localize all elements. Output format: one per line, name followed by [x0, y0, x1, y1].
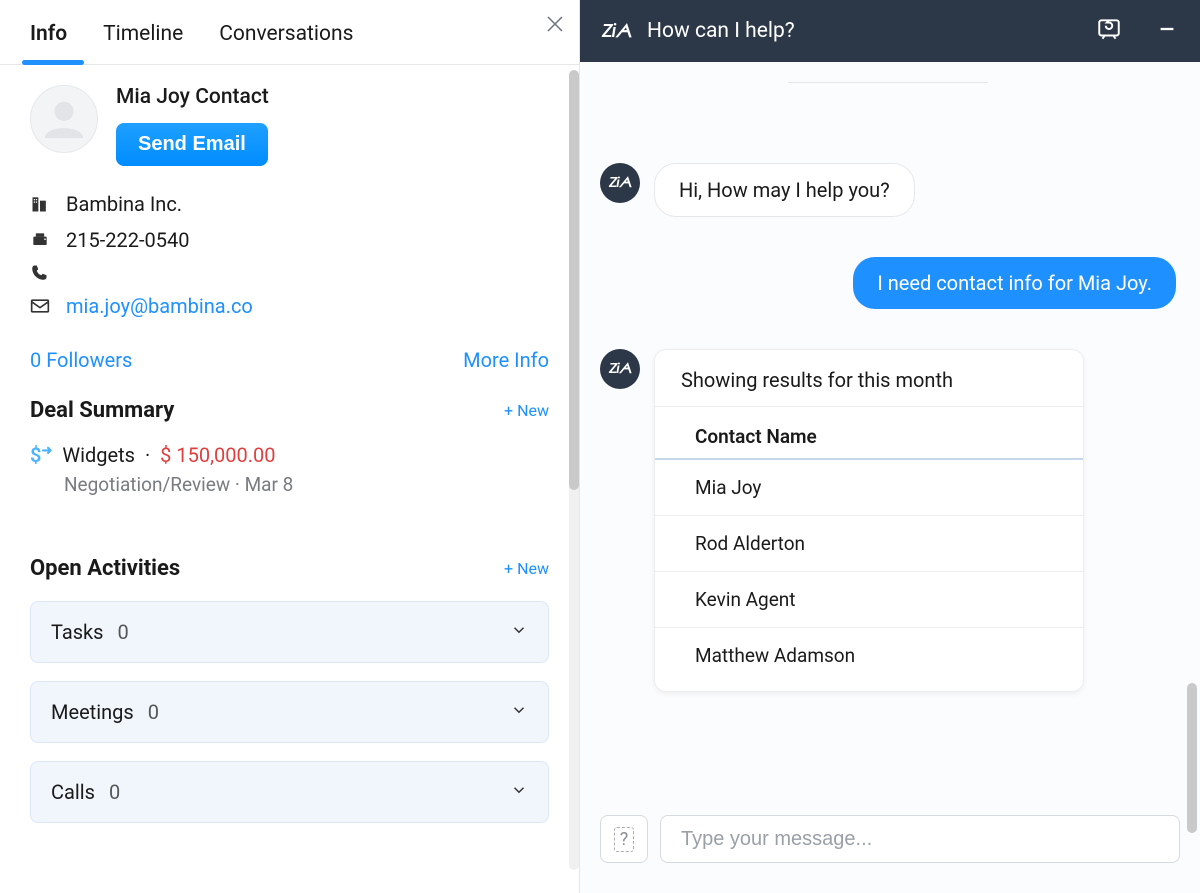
- tab-conversations[interactable]: Conversations: [219, 22, 353, 64]
- chat-header-title: How can I help?: [647, 19, 795, 43]
- chat-header: Ziᗅ How can I help?: [580, 0, 1200, 62]
- tab-timeline[interactable]: Timeline: [103, 22, 183, 64]
- user-message-row: I need contact info for Mia Joy.: [600, 257, 1176, 309]
- user-message-bubble: I need contact info for Mia Joy.: [853, 257, 1176, 309]
- deal-new-button[interactable]: + New: [504, 401, 549, 420]
- activity-tasks[interactable]: Tasks 0: [30, 601, 549, 663]
- result-item[interactable]: Mia Joy: [655, 460, 1083, 516]
- call-row: [30, 258, 549, 288]
- close-panel-button[interactable]: [543, 12, 567, 40]
- chevron-down-icon: [510, 620, 528, 644]
- results-title: Showing results for this month: [655, 350, 1083, 407]
- chat-divider: [788, 82, 988, 83]
- results-card: Showing results for this month Contact N…: [654, 349, 1084, 692]
- company-value: Bambina Inc.: [66, 192, 182, 216]
- bot-results-row: Ziᗅ Showing results for this month Conta…: [600, 349, 1176, 692]
- activity-tasks-count: 0: [118, 620, 129, 644]
- detail-tabs: Info Timeline Conversations: [0, 0, 579, 65]
- zia-chat-panel: Ziᗅ How can I help? Ziᗅ Hi, How may I he…: [580, 0, 1200, 893]
- more-info-link[interactable]: More Info: [463, 348, 549, 372]
- zia-avatar-icon: Ziᗅ: [600, 163, 640, 203]
- chat-input-bar: ?: [580, 801, 1200, 893]
- chevron-down-icon: [510, 780, 528, 804]
- followers-link[interactable]: 0 Followers: [30, 348, 132, 372]
- help-icon: ?: [614, 827, 635, 852]
- bot-message-bubble: Hi, How may I help you?: [654, 163, 915, 217]
- company-icon: [30, 194, 52, 214]
- scrollbar-thumb[interactable]: [1187, 683, 1197, 833]
- fax-icon: [30, 230, 52, 250]
- company-row: Bambina Inc.: [30, 186, 549, 222]
- result-item[interactable]: Matthew Adamson: [655, 628, 1083, 683]
- activities-new-button[interactable]: + New: [504, 559, 549, 578]
- email-row: mia.joy@bambina.co: [30, 288, 549, 324]
- open-activities-title: Open Activities: [30, 556, 180, 581]
- email-icon: [30, 298, 52, 314]
- phone-row: 215-222-0540: [30, 222, 549, 258]
- result-item[interactable]: Kevin Agent: [655, 572, 1083, 628]
- deal-subline: Negotiation/Review · Mar 8: [64, 473, 549, 496]
- activity-meetings-count: 0: [148, 700, 159, 724]
- chat-input[interactable]: [660, 815, 1180, 863]
- deal-currency-icon: $➜: [30, 443, 52, 467]
- deal-name: Widgets: [62, 443, 135, 467]
- deal-summary-header: Deal Summary + New: [30, 398, 549, 423]
- zia-avatar-icon: Ziᗅ: [600, 349, 640, 389]
- chat-minimize-button[interactable]: [1156, 18, 1178, 44]
- close-icon: [543, 12, 567, 36]
- contact-avatar[interactable]: [30, 85, 98, 153]
- zia-logo-icon: Ziᗅ: [602, 21, 631, 42]
- contact-header: Mia Joy Contact Send Email: [30, 85, 549, 166]
- activity-calls[interactable]: Calls 0: [30, 761, 549, 823]
- activity-tasks-label: Tasks: [51, 620, 104, 644]
- chat-body: Ziᗅ Hi, How may I help you? I need conta…: [580, 62, 1200, 801]
- deal-summary-title: Deal Summary: [30, 398, 174, 423]
- chevron-down-icon: [510, 700, 528, 724]
- phone-icon[interactable]: [30, 264, 52, 282]
- phone-value: 215-222-0540: [66, 228, 189, 252]
- chat-refresh-button[interactable]: [1096, 16, 1122, 46]
- tab-info[interactable]: Info: [30, 22, 67, 64]
- contact-detail-panel: Info Timeline Conversations Mia Joy Cont…: [0, 0, 580, 893]
- open-activities-header: Open Activities + New: [30, 556, 549, 581]
- activity-calls-label: Calls: [51, 780, 95, 804]
- chat-help-button[interactable]: ?: [600, 815, 648, 863]
- activity-meetings[interactable]: Meetings 0: [30, 681, 549, 743]
- activity-meetings-label: Meetings: [51, 700, 134, 724]
- followers-row: 0 Followers More Info: [30, 342, 549, 398]
- avatar-placeholder-icon: [41, 96, 87, 142]
- activity-calls-count: 0: [109, 780, 120, 804]
- email-value[interactable]: mia.joy@bambina.co: [66, 294, 253, 318]
- bot-message-row: Ziᗅ Hi, How may I help you?: [600, 163, 1176, 217]
- detail-body: Mia Joy Contact Send Email Bambina Inc. …: [0, 65, 579, 893]
- result-item[interactable]: Rod Alderton: [655, 516, 1083, 572]
- contact-info-list: Bambina Inc. 215-222-0540 mia.joy@bambin…: [30, 186, 549, 324]
- contact-name: Mia Joy Contact: [116, 85, 269, 109]
- send-email-button[interactable]: Send Email: [116, 123, 268, 166]
- deal-stage: Negotiation/Review: [64, 473, 230, 496]
- deal-dot: ·: [145, 443, 150, 467]
- results-column-header: Contact Name: [655, 407, 1083, 460]
- deal-row[interactable]: $➜ Widgets · $ 150,000.00: [30, 443, 549, 467]
- deal-date: Mar 8: [245, 473, 294, 496]
- scrollbar-thumb[interactable]: [569, 70, 579, 490]
- deal-amount: $ 150,000.00: [160, 443, 275, 467]
- active-tab-underline: [22, 60, 84, 65]
